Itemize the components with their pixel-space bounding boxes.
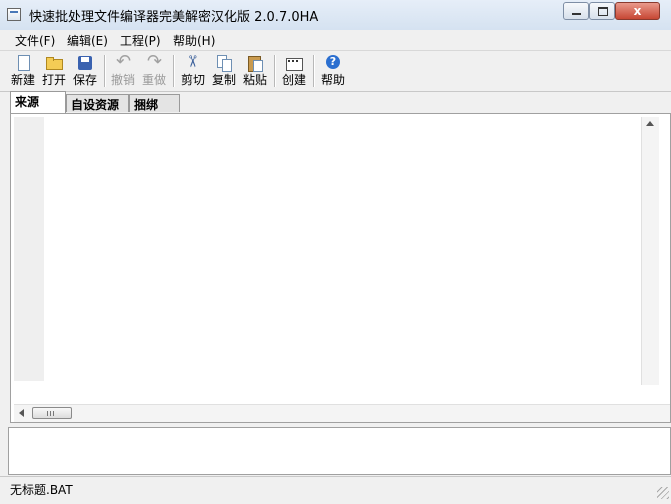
vertical-scrollbar[interactable] — [641, 117, 659, 385]
tab-custom-resources[interactable]: 自设资源 — [66, 94, 129, 112]
folder-open-icon — [45, 54, 63, 72]
build-label: 创建 — [281, 73, 306, 87]
editor-panel — [10, 113, 671, 423]
open-button[interactable]: 打开 — [39, 53, 69, 89]
redo-button[interactable]: 重做 — [139, 51, 169, 89]
build-icon — [285, 54, 303, 72]
scrollbar-thumb[interactable] — [32, 407, 72, 419]
code-editor[interactable] — [45, 117, 641, 381]
toolbar-separator — [173, 55, 175, 87]
menu-file[interactable]: 文件(F) — [15, 32, 55, 49]
paste-label: 粘贴 — [242, 73, 267, 87]
scissors-icon — [184, 54, 202, 72]
help-button[interactable]: 帮助 — [318, 53, 348, 89]
output-panel[interactable] — [8, 427, 671, 475]
new-file-icon — [14, 54, 32, 72]
redo-icon — [145, 51, 163, 72]
paste-icon — [246, 54, 264, 72]
line-number-gutter — [14, 117, 44, 381]
undo-icon — [114, 51, 132, 72]
copy-label: 复制 — [211, 73, 236, 87]
menu-edit[interactable]: 编辑(E) — [67, 32, 108, 49]
new-button[interactable]: 新建 — [8, 53, 38, 89]
open-label: 打开 — [41, 73, 66, 87]
menu-bar: 文件(F) 编辑(E) 工程(P) 帮助(H) — [0, 30, 671, 50]
status-bar: 无标题.BAT — [0, 476, 671, 501]
horizontal-scrollbar[interactable] — [14, 404, 670, 422]
menu-project[interactable]: 工程(P) — [120, 32, 161, 49]
cut-label: 剪切 — [180, 73, 205, 87]
paste-button[interactable]: 粘贴 — [240, 53, 270, 89]
close-icon: x — [633, 4, 642, 18]
new-label: 新建 — [10, 73, 35, 87]
help-label: 帮助 — [320, 73, 345, 87]
window-title: 快速批处理文件编译器完美解密汉化版 2.0.7.0HA — [29, 10, 319, 25]
build-button[interactable]: 创建 — [279, 53, 309, 89]
toolbar-separator — [104, 55, 106, 87]
toolbar-separator — [274, 55, 276, 87]
minimize-button[interactable] — [563, 2, 589, 20]
maximize-button[interactable] — [589, 2, 615, 20]
floppy-save-icon — [76, 54, 94, 72]
resize-grip-icon[interactable] — [657, 487, 669, 499]
copy-button[interactable]: 复制 — [209, 53, 239, 89]
status-filename: 无标题.BAT — [10, 483, 73, 497]
tab-bundle[interactable]: 捆绑 — [129, 94, 180, 112]
copy-icon — [215, 54, 233, 72]
toolbar-separator — [313, 55, 315, 87]
close-button[interactable]: x — [615, 2, 660, 20]
cut-button[interactable]: 剪切 — [178, 53, 208, 89]
app-icon[interactable] — [7, 8, 21, 21]
title-bar: 快速批处理文件编译器完美解密汉化版 2.0.7.0HA x — [0, 0, 671, 31]
undo-button[interactable]: 撤销 — [108, 51, 138, 89]
save-label: 保存 — [72, 73, 97, 87]
tab-strip: 来源 自设资源 捆绑 — [0, 91, 671, 113]
help-icon — [324, 54, 342, 72]
scroll-left-arrow-icon[interactable] — [19, 409, 24, 417]
scroll-up-arrow-icon[interactable] — [646, 121, 654, 126]
toolbar: 新建 打开 保存 撤销 重做 剪切 复制 粘贴 创建 帮助 — [0, 50, 671, 92]
tab-source[interactable]: 来源 — [10, 91, 66, 113]
save-button[interactable]: 保存 — [70, 53, 100, 89]
redo-label: 重做 — [141, 73, 166, 87]
undo-label: 撤销 — [110, 73, 135, 87]
menu-help[interactable]: 帮助(H) — [173, 32, 215, 49]
